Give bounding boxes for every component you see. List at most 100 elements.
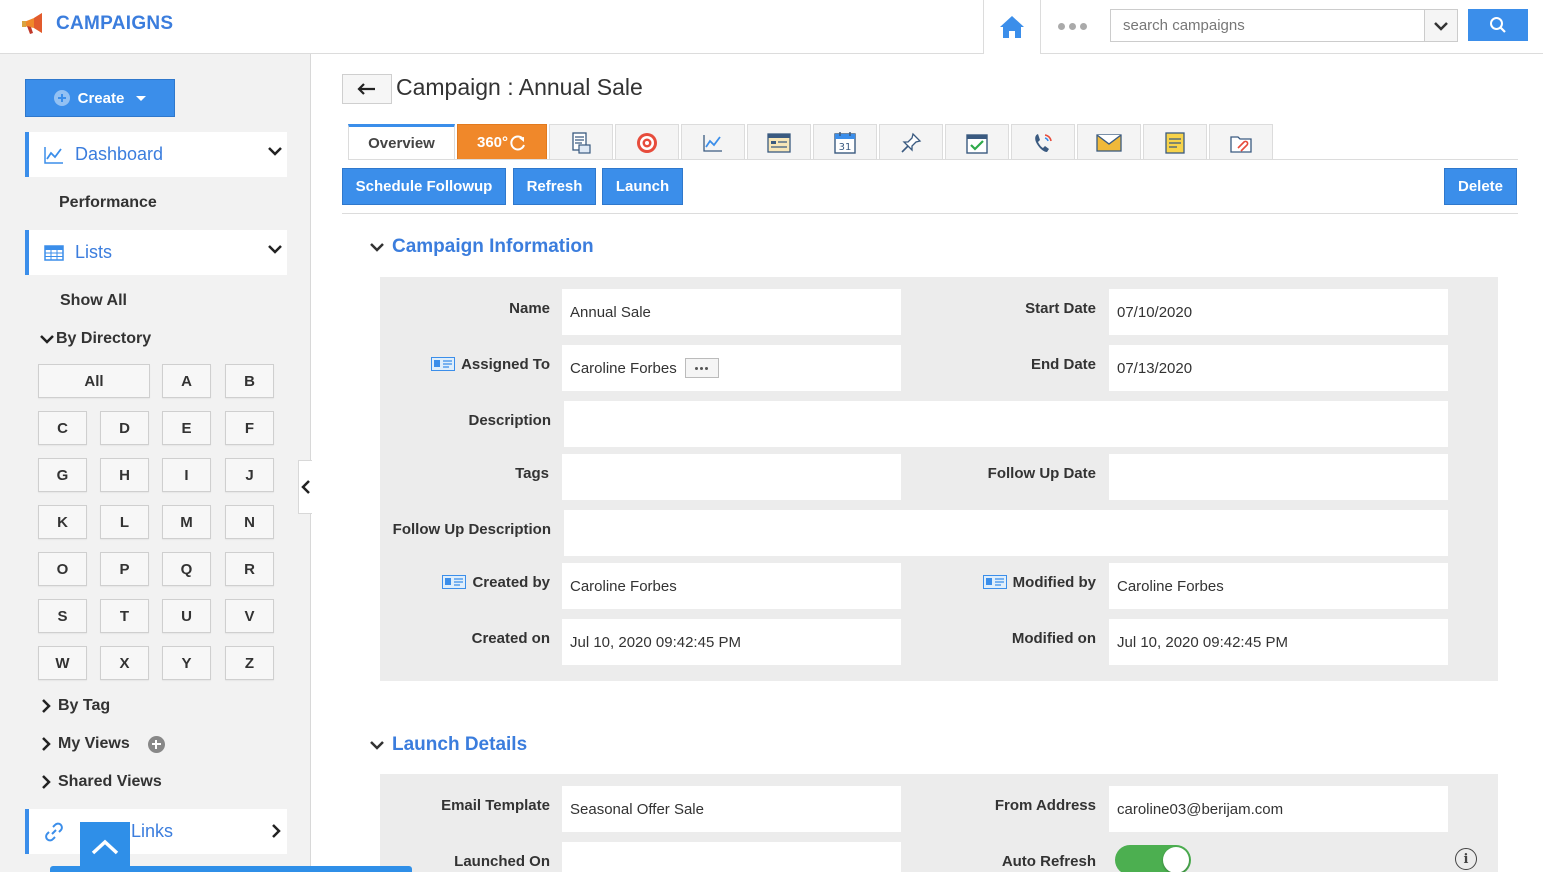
tab-attachments[interactable] <box>1209 124 1273 160</box>
tab-documents[interactable] <box>549 124 613 160</box>
tab-360[interactable]: 360° <box>457 124 547 160</box>
document-icon <box>572 131 591 154</box>
created-by-field[interactable]: Caroline Forbes <box>562 563 901 609</box>
app-brand[interactable]: CAMPAIGNS <box>20 10 173 38</box>
add-view-icon[interactable] <box>147 735 165 753</box>
contact-card-icon <box>982 575 1007 589</box>
actions-divider <box>342 213 1518 214</box>
tags-field[interactable] <box>562 454 901 500</box>
created-on-field[interactable]: Jul 10, 2020 09:42:45 PM <box>562 619 901 665</box>
modified-on-field[interactable]: Jul 10, 2020 09:42:45 PM <box>1109 619 1448 665</box>
sidebar-item-show-all[interactable]: Show All <box>60 292 127 310</box>
tab-emails[interactable] <box>1077 124 1141 160</box>
directory-letter-z[interactable]: Z <box>225 646 274 680</box>
directory-letter-d[interactable]: D <box>100 411 149 445</box>
back-button[interactable] <box>342 74 392 104</box>
directory-letter-g[interactable]: G <box>38 458 87 492</box>
tab-calendar[interactable]: 31 <box>813 124 877 160</box>
launched-on-field[interactable] <box>562 842 901 872</box>
search-input[interactable] <box>1111 10 1425 41</box>
sidebar-item-performance[interactable]: Performance <box>59 194 157 212</box>
directory-letter-j[interactable]: J <box>225 458 274 492</box>
directory-letter-p[interactable]: P <box>100 552 149 586</box>
delete-button[interactable]: Delete <box>1444 168 1517 205</box>
directory-letter-l[interactable]: L <box>100 505 149 539</box>
directory-letter-k[interactable]: K <box>38 505 87 539</box>
more-options-button[interactable] <box>1048 14 1096 38</box>
directory-letter-f[interactable]: F <box>225 411 274 445</box>
chevron-right-icon <box>42 699 51 713</box>
directory-letter-e[interactable]: E <box>162 411 211 445</box>
directory-letter-q[interactable]: Q <box>162 552 211 586</box>
email-template-field[interactable]: Seasonal Offer Sale <box>562 786 901 832</box>
chevron-down-icon <box>370 741 384 750</box>
directory-letter-b[interactable]: B <box>225 364 274 398</box>
tab-forms[interactable] <box>747 124 811 160</box>
sidebar-item-links[interactable]: Links <box>25 809 287 854</box>
chevron-left-icon <box>300 480 310 494</box>
link-icon <box>43 821 65 843</box>
tab-calls[interactable] <box>1011 124 1075 160</box>
tab-tasks[interactable] <box>945 124 1009 160</box>
my-views-toggle[interactable]: My Views <box>40 735 165 753</box>
from-address-field[interactable]: caroline03@berijam.com <box>1109 786 1448 832</box>
chevron-down-icon <box>267 242 283 261</box>
sidebar-item-dashboard[interactable]: Dashboard <box>25 132 287 177</box>
section-title: Launch Details <box>392 734 528 755</box>
assigned-to-lookup-button[interactable] <box>684 358 719 378</box>
attachment-icon <box>1230 135 1252 153</box>
directory-letter-n[interactable]: N <box>225 505 274 539</box>
directory-letter-s[interactable]: S <box>38 599 87 633</box>
home-button[interactable] <box>983 0 1041 54</box>
directory-letter-v[interactable]: V <box>225 599 274 633</box>
tab-pins[interactable] <box>879 124 943 160</box>
follow-up-date-field[interactable] <box>1109 454 1448 500</box>
directory-letter-all[interactable]: All <box>38 364 150 398</box>
create-button[interactable]: Create <box>25 79 175 117</box>
tab-overview[interactable]: Overview <box>348 124 455 160</box>
directory-letter-o[interactable]: O <box>38 552 87 586</box>
search-button[interactable] <box>1468 9 1528 41</box>
end-date-field[interactable]: 07/13/2020 <box>1109 345 1448 391</box>
directory-letter-u[interactable]: U <box>162 599 211 633</box>
sidebar-item-lists[interactable]: Lists <box>25 230 287 275</box>
start-date-field[interactable]: 07/10/2020 <box>1109 289 1448 335</box>
directory-letter-a[interactable]: A <box>162 364 211 398</box>
tab-notes[interactable] <box>1143 124 1207 160</box>
directory-letter-i[interactable]: I <box>162 458 211 492</box>
shared-views-toggle[interactable]: Shared Views <box>40 773 162 791</box>
collapse-sidebar-button[interactable] <box>298 460 312 514</box>
chevron-down-icon <box>40 335 54 344</box>
tab-charts[interactable] <box>681 124 745 160</box>
by-directory-toggle[interactable]: By Directory <box>40 330 151 348</box>
modified-by-field[interactable]: Caroline Forbes <box>1109 563 1448 609</box>
refresh-icon <box>510 134 525 150</box>
schedule-followup-button[interactable]: Schedule Followup <box>342 168 506 205</box>
directory-letter-y[interactable]: Y <box>162 646 211 680</box>
assigned-to-field[interactable]: Caroline Forbes <box>562 345 901 391</box>
campaign-information-header[interactable]: Campaign Information <box>370 236 594 258</box>
by-tag-label: By Tag <box>58 697 111 714</box>
by-tag-toggle[interactable]: By Tag <box>40 697 110 715</box>
directory-letter-t[interactable]: T <box>100 599 149 633</box>
auto-refresh-toggle[interactable] <box>1115 845 1191 872</box>
name-field[interactable]: Annual Sale <box>562 289 901 335</box>
info-icon[interactable]: i <box>1455 848 1477 870</box>
follow-up-description-field[interactable] <box>564 510 1448 556</box>
refresh-button[interactable]: Refresh <box>513 168 596 205</box>
directory-letter-m[interactable]: M <box>162 505 211 539</box>
dot <box>705 366 709 370</box>
search-dropdown-button[interactable] <box>1424 10 1457 41</box>
directory-letter-w[interactable]: W <box>38 646 87 680</box>
launch-details-header[interactable]: Launch Details <box>370 734 527 756</box>
directory-letter-r[interactable]: R <box>225 552 274 586</box>
directory-letter-c[interactable]: C <box>38 411 87 445</box>
tab-goals[interactable] <box>615 124 679 160</box>
directory-letter-h[interactable]: H <box>100 458 149 492</box>
directory-letter-x[interactable]: X <box>100 646 149 680</box>
tab-bar: Overview 360° 31 <box>348 124 1275 160</box>
scroll-to-top-button[interactable] <box>80 822 130 872</box>
sidebar-item-label: Dashboard <box>75 144 164 164</box>
launch-button[interactable]: Launch <box>602 168 683 205</box>
description-field[interactable] <box>564 401 1448 447</box>
